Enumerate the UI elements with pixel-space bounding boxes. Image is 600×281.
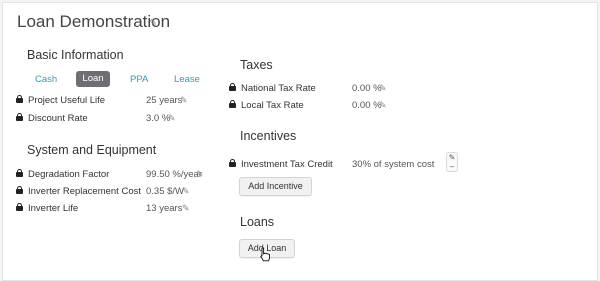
inverter-life-value: 13 years [146,203,183,214]
system-equipment-heading: System and Equipment [27,143,157,157]
local-tax-rate-edit-icon[interactable]: ✎ [379,100,387,111]
project-useful-life-label: Project Useful Life [28,95,106,106]
hand-pointer-icon [260,247,271,262]
inverter-replacement-cost-edit-icon[interactable]: ✎ [182,186,190,197]
project-useful-life-value: 25 years [146,95,183,106]
lock-icon[interactable] [229,100,236,108]
tab-ppa[interactable]: PPA [130,74,148,85]
incentive-remove-button[interactable]: – [447,162,457,171]
tab-loan[interactable]: Loan [76,71,110,87]
tab-lease[interactable]: Lease [174,74,200,85]
inverter-life-edit-icon[interactable]: ✎ [182,203,190,214]
degradation-factor-value: 99.50 %/year [146,169,202,180]
lock-icon[interactable] [229,83,236,91]
investment-tax-credit-value: 30% of system cost [352,159,435,170]
incentives-heading: Incentives [240,129,297,143]
inverter-life-label: Inverter Life [28,203,79,214]
add-incentive-button[interactable]: Add Incentive [239,177,312,196]
discount-rate-value: 3.0 % [146,113,171,124]
incentive-edit-icon[interactable]: ✎ [447,153,457,162]
inverter-replacement-cost-label: Inverter Replacement Cost [28,186,141,197]
title-edit-icon[interactable]: ✎ [149,18,157,29]
national-tax-rate-edit-icon[interactable]: ✎ [379,83,387,94]
local-tax-rate-value: 0.00 % [352,100,382,111]
local-tax-rate-label: Local Tax Rate [241,100,304,111]
lock-icon[interactable] [16,186,23,194]
loan-settings-panel: Loan Demonstration ✎ Basic Information C… [2,2,598,281]
lock-icon[interactable] [16,169,23,177]
discount-rate-edit-icon[interactable]: ✎ [168,113,176,124]
project-useful-life-edit-icon[interactable]: ✎ [180,95,188,106]
investment-tax-credit-label: Investment Tax Credit [241,159,333,170]
taxes-heading: Taxes [240,58,273,72]
tab-cash[interactable]: Cash [35,74,57,85]
national-tax-rate-value: 0.00 % [352,83,382,94]
discount-rate-label: Discount Rate [28,113,88,124]
incentive-edit-remove-group: ✎ – [446,152,458,172]
lock-icon[interactable] [16,95,23,103]
page-title: Loan Demonstration [17,12,171,31]
lock-icon[interactable] [16,113,23,121]
degradation-factor-label: Degradation Factor [28,169,110,180]
lock-icon[interactable] [16,203,23,211]
loans-heading: Loans [240,215,275,229]
lock-icon[interactable] [229,159,236,167]
national-tax-rate-label: National Tax Rate [241,83,316,94]
basic-information-heading: Basic Information [27,48,124,62]
inverter-replacement-cost-value: 0.35 $/W [146,186,185,197]
degradation-factor-edit-icon[interactable]: ✎ [196,169,204,180]
